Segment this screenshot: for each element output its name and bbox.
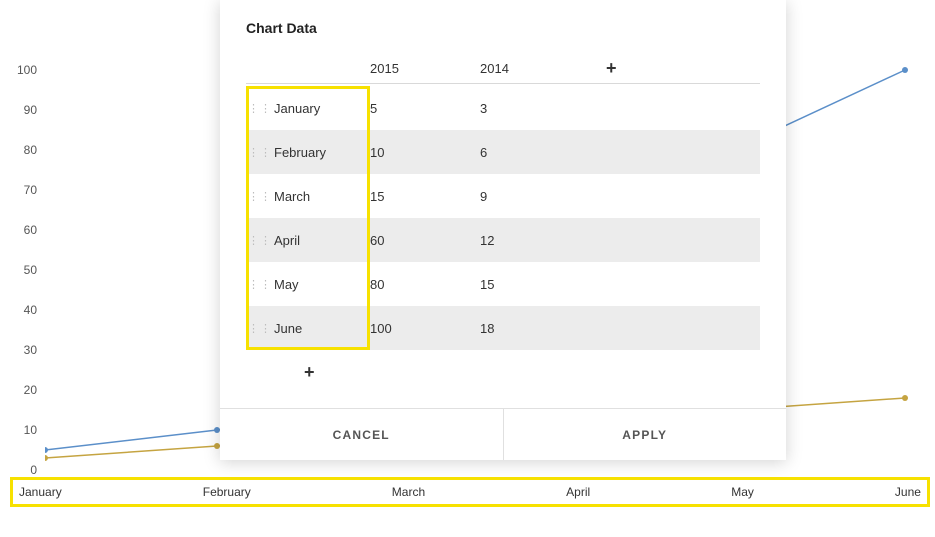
y-tick: 50 — [24, 263, 37, 277]
cell-series-1[interactable]: 6 — [480, 145, 600, 160]
table-row: ⋮⋮April6012 — [246, 218, 760, 262]
table-row: ⋮⋮June10018 — [246, 306, 760, 350]
y-tick: 70 — [24, 183, 37, 197]
chart-data-dialog: Chart Data 2015 2014 + ⋮⋮January53⋮⋮Febr… — [220, 0, 786, 460]
x-tick: March — [392, 485, 425, 499]
y-tick: 30 — [24, 343, 37, 357]
chart-point — [45, 455, 48, 461]
x-tick: May — [731, 485, 754, 499]
y-tick: 10 — [24, 423, 37, 437]
x-tick: June — [895, 485, 921, 499]
row-label[interactable]: May — [274, 277, 370, 292]
drag-handle-icon[interactable]: ⋮⋮ — [246, 190, 274, 203]
add-column-button[interactable]: + — [600, 58, 617, 78]
cell-series-1[interactable]: 3 — [480, 101, 600, 116]
table-row: ⋮⋮February106 — [246, 130, 760, 174]
table-row: ⋮⋮March159 — [246, 174, 760, 218]
cell-series-1[interactable]: 18 — [480, 321, 600, 336]
table-row: ⋮⋮January53 — [246, 86, 760, 130]
cell-series-1[interactable]: 9 — [480, 189, 600, 204]
chart-point — [902, 67, 908, 73]
dialog-title: Chart Data — [220, 0, 786, 54]
cell-series-1[interactable]: 15 — [480, 277, 600, 292]
chart-point — [45, 447, 48, 453]
y-tick: 40 — [24, 303, 37, 317]
row-label[interactable]: January — [274, 101, 370, 116]
column-header-1[interactable]: 2014 — [480, 61, 600, 76]
drag-handle-icon[interactable]: ⋮⋮ — [246, 278, 274, 291]
y-tick: 60 — [24, 223, 37, 237]
add-column-cell: + — [600, 58, 760, 79]
cell-series-0[interactable]: 100 — [370, 321, 480, 336]
column-header-0[interactable]: 2015 — [370, 61, 480, 76]
add-row-button[interactable]: + — [298, 362, 315, 383]
row-label[interactable]: March — [274, 189, 370, 204]
cell-series-0[interactable]: 10 — [370, 145, 480, 160]
cell-series-0[interactable]: 80 — [370, 277, 480, 292]
y-tick: 20 — [24, 383, 37, 397]
chart-point — [902, 395, 908, 401]
apply-button[interactable]: APPLY — [503, 409, 787, 460]
cell-series-1[interactable]: 12 — [480, 233, 600, 248]
drag-handle-icon[interactable]: ⋮⋮ — [246, 102, 274, 115]
row-label[interactable]: April — [274, 233, 370, 248]
table-row: ⋮⋮May8015 — [246, 262, 760, 306]
drag-handle-icon[interactable]: ⋮⋮ — [246, 146, 274, 159]
chart-data-table: 2015 2014 + ⋮⋮January53⋮⋮February106⋮⋮Ma… — [220, 54, 786, 394]
cell-series-0[interactable]: 5 — [370, 101, 480, 116]
drag-handle-icon[interactable]: ⋮⋮ — [246, 322, 274, 335]
x-tick: February — [203, 485, 251, 499]
table-header-row: 2015 2014 + — [246, 54, 760, 84]
x-axis-highlight: January February March April May June — [10, 477, 930, 507]
y-tick: 0 — [30, 463, 37, 477]
cancel-button[interactable]: CANCEL — [220, 409, 503, 460]
x-tick: January — [19, 485, 62, 499]
dialog-footer: CANCEL APPLY — [220, 408, 786, 460]
y-tick: 100 — [17, 63, 37, 77]
x-tick: April — [566, 485, 590, 499]
y-tick: 80 — [24, 143, 37, 157]
add-row-row: + — [246, 350, 760, 394]
cell-series-0[interactable]: 15 — [370, 189, 480, 204]
y-tick: 90 — [24, 103, 37, 117]
row-label[interactable]: February — [274, 145, 370, 160]
table-body: ⋮⋮January53⋮⋮February106⋮⋮March159⋮⋮Apri… — [246, 86, 760, 350]
row-label[interactable]: June — [274, 321, 370, 336]
cell-series-0[interactable]: 60 — [370, 233, 480, 248]
drag-handle-icon[interactable]: ⋮⋮ — [246, 234, 274, 247]
y-axis: 1009080706050403020100 — [0, 0, 45, 480]
